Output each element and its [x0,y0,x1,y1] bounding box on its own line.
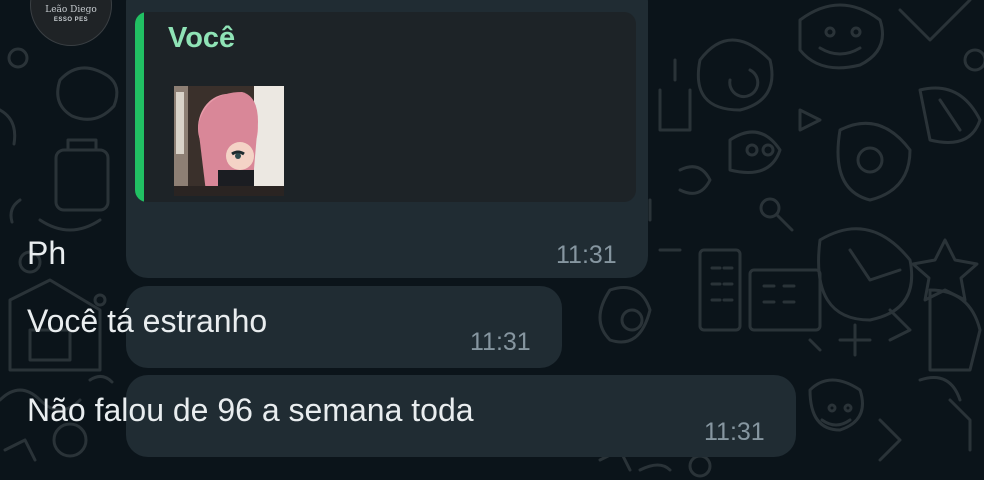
message-bubble[interactable]: Você [126,0,648,278]
reply-quote[interactable]: Você [135,12,636,202]
image-thumbnail-icon [174,86,284,196]
reply-image-thumbnail[interactable] [174,86,284,196]
reply-quote-bar [135,12,144,202]
avatar-subtitle: ESSO PES [53,17,89,23]
avatar-name: Leão Diego [45,5,97,15]
chat-view: Leão Diego ESSO PES Você Ph 11:31 Você t… [0,0,984,480]
message-text: Não falou de 96 a semana toda [27,392,474,428]
message-text: Você tá estranho [27,303,268,339]
message-timestamp: 11:31 [704,418,765,446]
reply-author: Você [168,22,236,54]
message-timestamp: 11:31 [470,328,531,356]
message-timestamp: 11:31 [556,241,617,269]
message-text: Ph [27,235,67,271]
